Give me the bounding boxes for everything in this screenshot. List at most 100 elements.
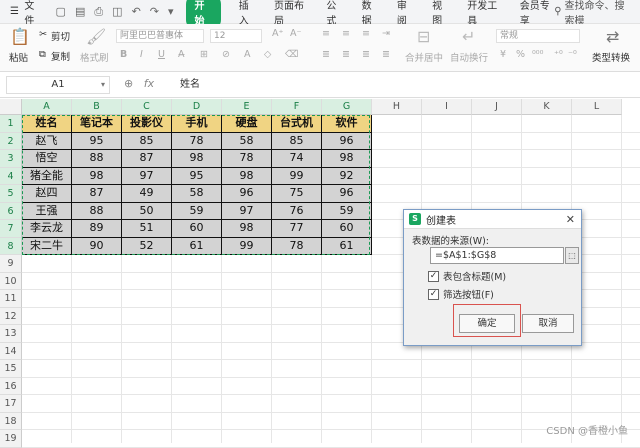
font-color-icon[interactable]: A [244,49,251,60]
cancel-button[interactable]: 取消 [522,314,574,333]
currency-icon[interactable]: ¥ [500,49,506,60]
format-painter-icon[interactable]: 🖌 [86,27,106,46]
tab-review[interactable]: 审阅 [397,0,414,27]
checkbox-checked-icon[interactable]: ✓ [428,288,439,300]
table-cell[interactable]: 猪全能 [22,167,72,185]
redo-icon[interactable]: ↷ [150,5,159,19]
table-cell[interactable]: 98 [72,167,122,185]
table-header-cell[interactable]: 台式机 [272,115,322,133]
row-header-16[interactable]: 16 [0,377,22,395]
thousands-icon[interactable]: ⁰⁰⁰ [532,49,543,60]
row-header-3[interactable]: 3 [0,150,22,168]
percent-icon[interactable]: % [516,49,525,60]
preview-icon[interactable]: ◫ [112,5,122,19]
table-cell[interactable]: 88 [72,150,122,168]
type-convert-button[interactable]: 类型转换 [592,50,630,64]
table-header-cell[interactable]: 姓名 [22,115,72,133]
table-cell[interactable]: 王强 [22,202,72,220]
table-cell[interactable]: 88 [72,202,122,220]
table-cell[interactable]: 58 [172,185,222,203]
column-header-k[interactable]: K [522,99,572,115]
font-grow-icon[interactable]: A⁺ [272,28,284,39]
wrap-text-button[interactable]: 自动换行 [450,50,488,64]
align-left-icon[interactable]: ≣ [322,49,330,60]
table-cell[interactable]: 59 [322,202,372,220]
table-cell[interactable]: 98 [222,220,272,238]
column-header-a[interactable]: A [22,99,72,115]
column-header-c[interactable]: C [122,99,172,115]
tab-data[interactable]: 数据 [362,0,379,27]
table-cell[interactable]: 87 [122,150,172,168]
column-header-f[interactable]: F [272,99,322,115]
table-header-cell[interactable]: 手机 [172,115,222,133]
table-cell[interactable]: 60 [172,220,222,238]
table-cell[interactable]: 50 [122,202,172,220]
table-cell[interactable]: 60 [322,220,372,238]
table-cell[interactable]: 90 [72,237,122,255]
cut-button[interactable]: 剪切 [51,29,70,43]
row-header-14[interactable]: 14 [0,342,22,360]
table-header-cell[interactable]: 笔记本 [72,115,122,133]
table-cell[interactable]: 78 [272,237,322,255]
dropdown-icon[interactable]: ▾ [168,5,174,19]
table-cell[interactable]: 96 [222,185,272,203]
table-cell[interactable]: 49 [122,185,172,203]
table-cell[interactable]: 58 [222,132,272,150]
table-cell[interactable]: 98 [172,150,222,168]
align-right-icon[interactable]: ≣ [362,49,370,60]
merge-icon[interactable]: ⊟ [417,27,430,46]
decrease-decimal-icon[interactable]: ⁻⁰ [568,49,577,60]
row-header-10[interactable]: 10 [0,272,22,290]
export-icon[interactable]: ▤ [75,5,85,19]
name-box[interactable]: A1 ▾ [6,76,110,94]
print-icon[interactable]: ⎙ [94,5,103,19]
tab-member[interactable]: 会员专享 [520,0,554,27]
formula-input[interactable]: 姓名 [176,76,636,94]
row-header-13[interactable]: 13 [0,325,22,343]
row-header-12[interactable]: 12 [0,307,22,325]
justify-icon[interactable]: ≣ [382,49,390,60]
row-header-8[interactable]: 8 [0,237,22,255]
table-cell[interactable]: 95 [172,167,222,185]
row-header-19[interactable]: 19 [0,430,22,448]
table-cell[interactable]: 59 [172,202,222,220]
column-header-d[interactable]: D [172,99,222,115]
row-header-5[interactable]: 5 [0,185,22,203]
fx-icon[interactable]: fx [144,77,154,90]
header-checkbox-row[interactable]: ✓ 表包含标题(M) [428,269,506,283]
tab-formulas[interactable]: 公式 [326,0,343,27]
copy-button[interactable]: 复制 [51,49,70,63]
table-cell[interactable]: 61 [172,237,222,255]
table-cell[interactable]: 99 [272,167,322,185]
table-cell[interactable]: 89 [72,220,122,238]
bold-icon[interactable]: B [120,49,127,60]
indent-icon[interactable]: ⇥ [382,28,390,39]
merge-center-button[interactable]: 合并居中 [405,50,443,64]
table-cell[interactable]: 97 [122,167,172,185]
table-header-cell[interactable]: 硬盘 [222,115,272,133]
range-picker-icon[interactable]: ⬚ [565,247,579,264]
select-all-corner[interactable] [0,99,22,115]
table-cell[interactable]: 96 [322,132,372,150]
clear-icon[interactable]: ◇ [264,49,271,60]
hamburger-icon[interactable]: ☰ [10,6,20,17]
table-cell[interactable]: 92 [322,167,372,185]
table-cell[interactable]: 李云龙 [22,220,72,238]
table-cell[interactable]: 61 [322,237,372,255]
table-cell[interactable]: 悟空 [22,150,72,168]
wrap-icon[interactable]: ↵ [462,27,475,46]
table-cell[interactable]: 76 [272,202,322,220]
column-header-h[interactable]: H [372,99,422,115]
row-header-6[interactable]: 6 [0,202,22,220]
table-cell[interactable]: 51 [122,220,172,238]
align-bottom-icon[interactable]: ≡ [362,28,370,39]
table-header-cell[interactable]: 软件 [322,115,372,133]
format-painter-button[interactable]: 格式刷 [80,50,109,64]
column-header-e[interactable]: E [222,99,272,115]
filter-checkbox-row[interactable]: ✓ 筛选按钮(F) [428,287,494,301]
table-cell[interactable]: 98 [322,150,372,168]
paste-button[interactable]: 粘贴 [9,50,28,64]
font-shrink-icon[interactable]: A⁻ [290,28,302,39]
undo-icon[interactable]: ↶ [132,5,141,19]
table-cell[interactable]: 宋二牛 [22,237,72,255]
